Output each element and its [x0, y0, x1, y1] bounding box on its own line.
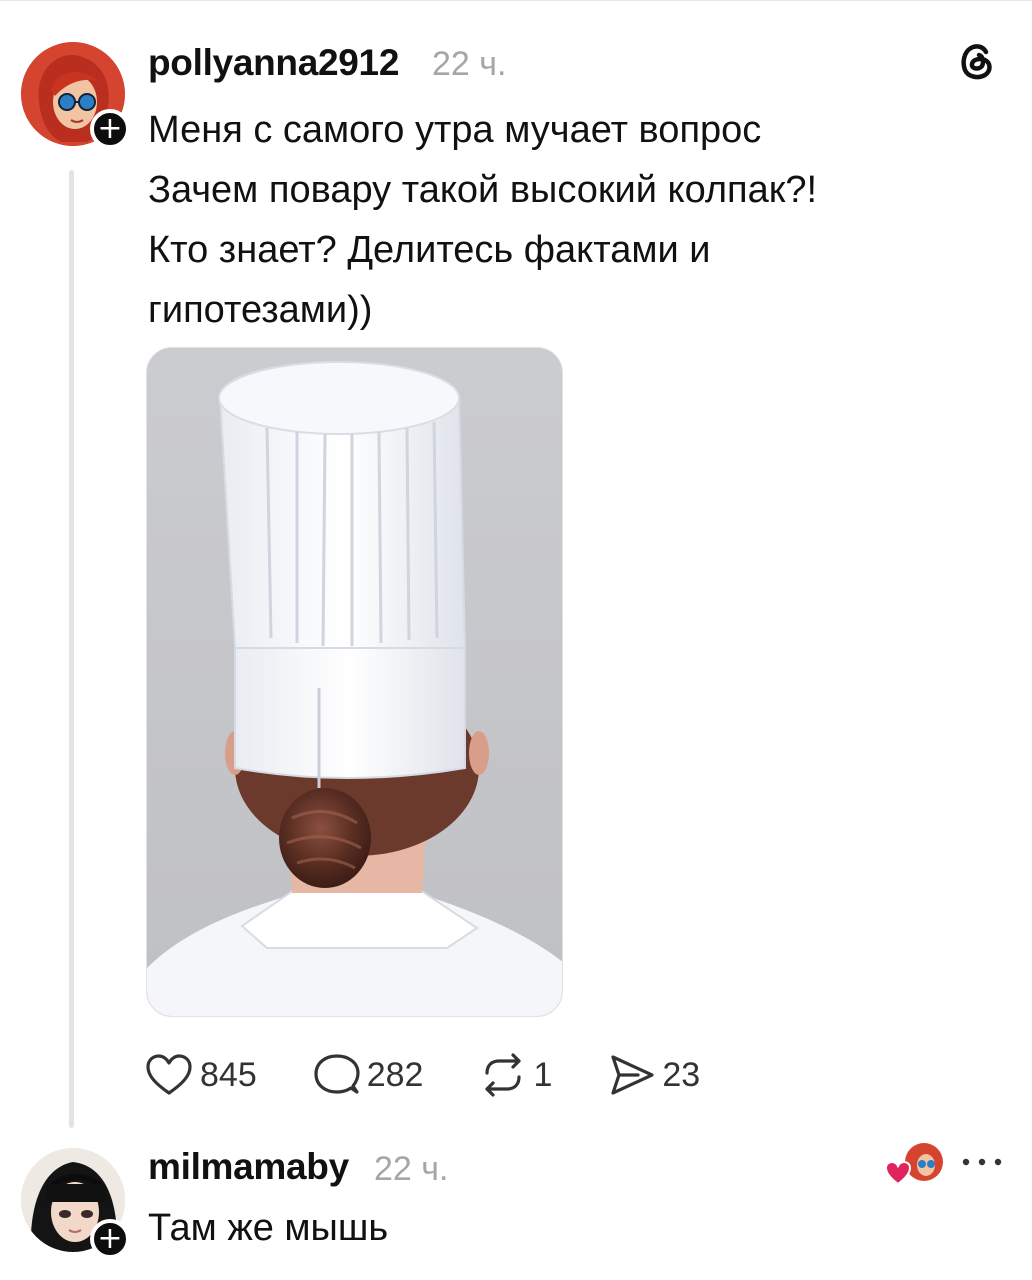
post-username[interactable]: pollyanna2912 [148, 42, 399, 84]
post-image[interactable] [146, 347, 563, 1017]
repost-button[interactable]: 1 [479, 1053, 552, 1097]
comment-bubble-icon [314, 1054, 360, 1094]
post-text-line: гипотезами)) [148, 289, 373, 331]
heart-icon [146, 1054, 192, 1095]
plus-icon: + [97, 1221, 123, 1256]
reply-text: Там же мышь [148, 1207, 389, 1249]
repost-count: 1 [533, 1055, 553, 1094]
top-divider [0, 0, 1032, 1]
reply-timestamp: 22 ч. [374, 1150, 449, 1188]
post-text-line: Кто знает? Делитесь фактами и [148, 229, 711, 271]
share-count: 23 [662, 1055, 701, 1094]
threads-logo-icon[interactable] [956, 40, 998, 82]
like-count: 845 [200, 1055, 257, 1094]
plus-icon: + [97, 111, 123, 146]
comment-count: 282 [366, 1055, 424, 1094]
thread-line [69, 170, 74, 1128]
repost-icon [485, 1053, 522, 1097]
chef-hat-photo [147, 348, 562, 1016]
post-text-line: Меня с самого утра мучает вопрос [148, 109, 762, 151]
like-button[interactable]: 845 [144, 1053, 257, 1097]
reply-username[interactable]: milmamaby [148, 1146, 349, 1188]
follow-button[interactable]: + [90, 109, 130, 149]
share-button[interactable]: 23 [608, 1053, 700, 1097]
liked-by-author-icon [884, 1143, 943, 1186]
follow-button[interactable]: + [90, 1219, 130, 1259]
post-text: Меня с самого утра мучает вопрос Зачем п… [148, 100, 948, 340]
post-text-line: Зачем повару такой высокий колпак?! [148, 169, 818, 211]
post-action-bar: 845 282 1 23 [144, 1050, 756, 1100]
comment-button[interactable]: 282 [313, 1052, 424, 1098]
post-timestamp: 22 ч. [432, 45, 507, 83]
send-icon [611, 1055, 654, 1095]
more-dots-icon[interactable] [960, 1150, 1004, 1174]
